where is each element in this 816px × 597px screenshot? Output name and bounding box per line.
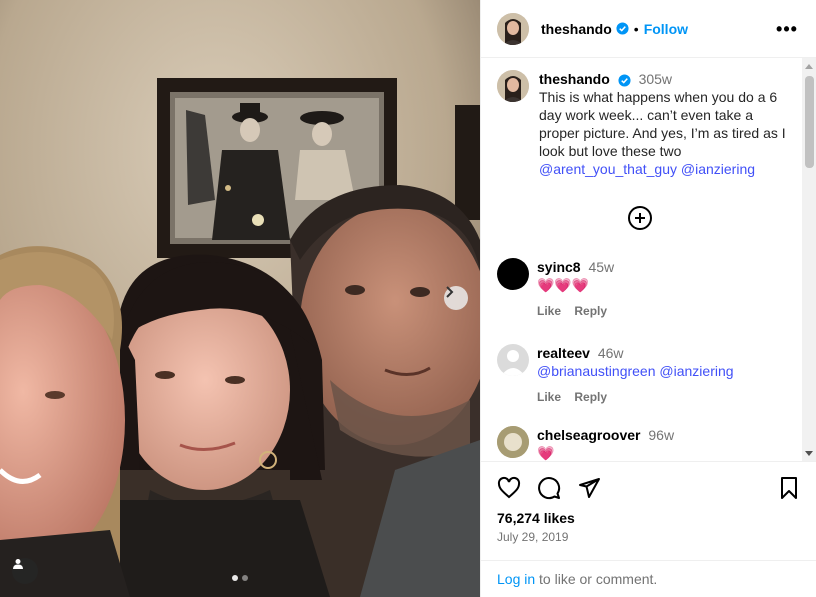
share-button[interactable] (577, 476, 601, 505)
heart-outline-icon (497, 476, 521, 499)
caption-text-block: theshando 305w This is what happens when… (539, 70, 787, 178)
caption-text: This is what happens when you do a 6 day… (539, 89, 786, 159)
comment-button[interactable] (537, 476, 561, 505)
comment-time[interactable]: 96w (648, 427, 674, 443)
next-photo-button[interactable] (444, 286, 468, 310)
avatar-image (497, 12, 529, 45)
person-icon (13, 559, 23, 569)
more-options-icon: ••• (776, 18, 798, 39)
comment-body: chelseagroover 96w 💗 (537, 426, 674, 461)
scroll-down-arrow-icon[interactable] (805, 451, 813, 456)
commenter-avatar[interactable] (497, 344, 529, 376)
comment-item: syinc8 45w 💗💗💗 Like Reply (497, 258, 787, 320)
comment-text: 💗 (537, 445, 555, 461)
verified-badge-icon (616, 22, 629, 35)
author-username[interactable]: theshando (541, 21, 612, 37)
comment-like-button[interactable]: Like (537, 304, 561, 318)
comments-scrollbar[interactable] (802, 58, 816, 461)
post-header: theshando • Follow ••• (481, 0, 816, 58)
comment-username[interactable]: syinc8 (537, 259, 581, 275)
chevron-right-icon (446, 286, 454, 298)
post-caption: theshando 305w This is what happens when… (497, 70, 787, 178)
user-tags-button[interactable] (12, 558, 38, 584)
load-more-comments-button[interactable] (628, 206, 652, 230)
carousel-dot-active (232, 575, 238, 581)
default-avatar-icon (501, 350, 525, 376)
comment-time[interactable]: 46w (598, 345, 624, 361)
comment-mention[interactable]: @ianziering (659, 363, 733, 379)
caption-mention[interactable]: @ianziering (681, 161, 755, 177)
comment-username[interactable]: realteev (537, 345, 590, 361)
comment-username[interactable]: chelseagroover (537, 427, 641, 443)
author-avatar[interactable] (497, 12, 529, 45)
caption-username[interactable]: theshando (539, 71, 610, 87)
comments-section[interactable]: theshando 305w This is what happens when… (481, 58, 816, 462)
save-button[interactable] (777, 476, 801, 505)
comment-body: syinc8 45w 💗💗💗 Like Reply (537, 258, 617, 320)
caption-mention[interactable]: @arent_you_that_guy (539, 161, 677, 177)
likes-count[interactable]: 76,274 likes (497, 510, 575, 526)
comment-time[interactable]: 45w (588, 259, 614, 275)
post-photo (0, 0, 480, 597)
post-details-panel: theshando • Follow ••• theshando 305w Th… (480, 0, 816, 597)
login-prompt-text: to like or comment. (535, 571, 658, 587)
comment-actions: Like Reply (537, 388, 734, 406)
caption-avatar[interactable] (497, 70, 529, 102)
scrollbar-thumb[interactable] (805, 76, 814, 168)
login-link[interactable]: Log in (497, 571, 535, 587)
comment-body: realteev 46w @brianaustingreen @ianzieri… (537, 344, 734, 406)
header-separator: • (633, 20, 639, 37)
more-options-button[interactable]: ••• (776, 18, 798, 39)
paper-plane-icon (579, 478, 600, 498)
post-date[interactable]: July 29, 2019 (497, 530, 568, 544)
comment-item: realteev 46w @brianaustingreen @ianzieri… (497, 344, 787, 406)
avatar-image (497, 70, 529, 102)
comment-bubble-icon (538, 477, 561, 500)
carousel-dot (242, 575, 248, 581)
avatar-image (497, 426, 529, 458)
action-bar (497, 476, 601, 505)
comment-reply-button[interactable]: Reply (574, 390, 607, 404)
like-button[interactable] (497, 476, 521, 505)
commenter-avatar[interactable] (497, 426, 529, 458)
verified-badge-icon (618, 74, 631, 87)
photo-image (0, 0, 480, 597)
caption-time[interactable]: 305w (639, 71, 672, 87)
commenter-avatar[interactable] (497, 258, 529, 290)
comment-reply-button[interactable]: Reply (574, 304, 607, 318)
comment-text: 💗💗💗 (537, 277, 590, 293)
login-prompt: Log in to like or comment. (481, 560, 816, 597)
plus-circle-icon (635, 213, 645, 223)
scroll-up-arrow-icon[interactable] (805, 64, 813, 69)
comment-item: chelseagroover 96w 💗 (497, 426, 787, 461)
follow-button[interactable]: Follow (644, 21, 688, 37)
carousel-indicator (232, 575, 248, 581)
comment-like-button[interactable]: Like (537, 390, 561, 404)
bookmark-icon (781, 477, 797, 499)
comment-actions: Like Reply (537, 302, 617, 320)
comment-mention[interactable]: @brianaustingreen (537, 363, 656, 379)
